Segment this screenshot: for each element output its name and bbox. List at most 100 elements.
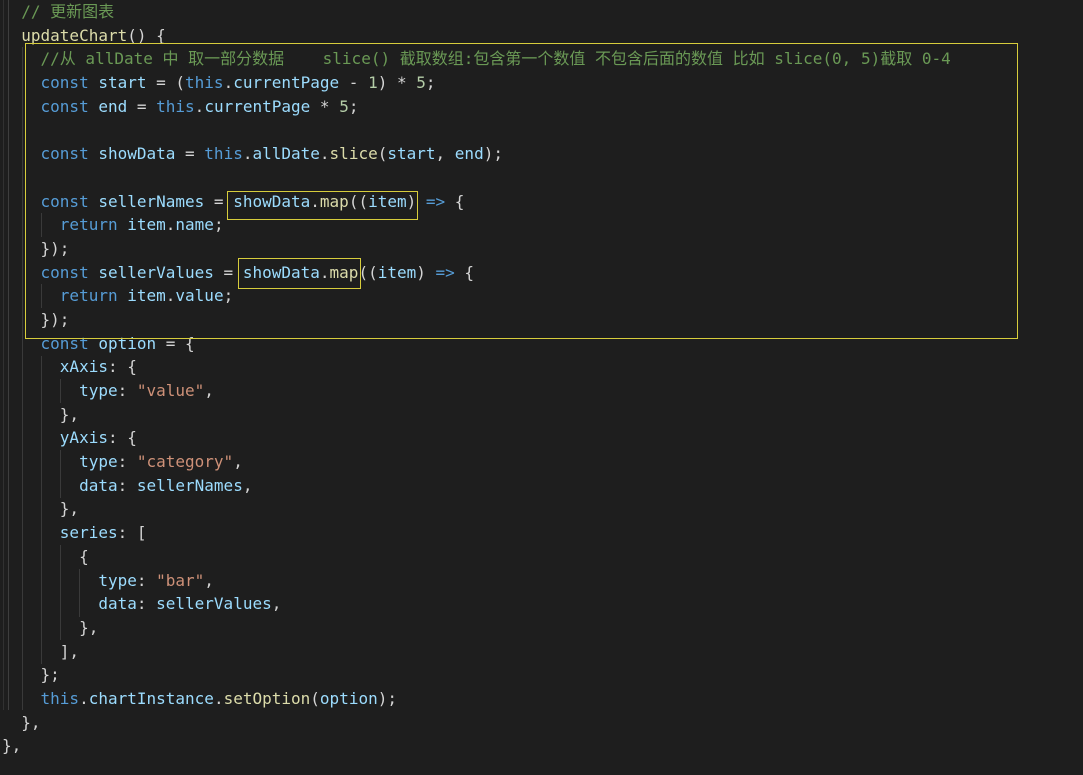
code-token: "category" — [136, 452, 234, 472]
code-token: : — [136, 570, 157, 590]
code-token: ) — [406, 191, 426, 211]
indent-guide — [60, 450, 61, 498]
code-line[interactable]: }); — [0, 308, 1083, 332]
code-token: currentPage — [233, 73, 340, 93]
indent-guide — [41, 284, 42, 308]
code-token: . — [165, 286, 176, 306]
code-token: = { — [156, 333, 195, 353]
code-line[interactable]: const start = (this.currentPage - 1) * 5… — [0, 71, 1083, 95]
code-token: 5 — [416, 73, 426, 93]
code-token: return — [59, 286, 128, 306]
code-token: item — [377, 262, 417, 282]
code-token: () { — [127, 25, 166, 45]
code-token: ], — [59, 641, 80, 661]
code-token: , — [233, 452, 243, 472]
code-token: = — [175, 144, 205, 164]
code-token: showData — [242, 262, 320, 282]
code-token: //从 allDate 中 取一部分数据 slice() 截取数组:包含第一个数… — [40, 49, 951, 69]
code-token: = — [204, 191, 234, 211]
code-token: ; — [425, 73, 436, 93]
code-line[interactable]: ], — [0, 640, 1083, 664]
code-token: = — [127, 96, 157, 116]
code-token: ( — [310, 688, 320, 708]
code-line[interactable]: const showData = this.allDate.slice(star… — [0, 142, 1083, 166]
code-line[interactable]: { — [0, 545, 1083, 569]
code-line[interactable]: }, — [0, 734, 1083, 758]
code-editor[interactable]: // 更新图表 updateChart() {//从 allDate 中 取一部分… — [0, 0, 1083, 775]
code-token: : — [117, 475, 137, 495]
code-line[interactable]: this.chartInstance.setOption(option); — [0, 687, 1083, 711]
code-token: }); — [40, 238, 70, 258]
code-area[interactable]: // 更新图表 updateChart() {//从 allDate 中 取一部分… — [0, 0, 1083, 758]
code-token: data — [79, 475, 118, 495]
code-token: return — [59, 215, 128, 235]
code-token: }, — [21, 712, 41, 732]
indent-guide — [22, 47, 23, 710]
code-token: sellerNames — [136, 475, 243, 495]
code-line[interactable]: //从 allDate 中 取一部分数据 slice() 截取数组:包含第一个数… — [0, 47, 1083, 71]
code-line[interactable]: data: sellerNames, — [0, 474, 1083, 498]
code-token: updateChart — [21, 25, 128, 45]
code-line[interactable]: }, — [0, 497, 1083, 521]
code-token: name — [175, 215, 214, 235]
code-token: , — [271, 594, 282, 614]
code-token: // 更新图表 — [21, 2, 115, 21]
code-line[interactable]: type: "value", — [0, 379, 1083, 403]
code-token: type — [79, 452, 118, 472]
code-token: start — [387, 144, 436, 164]
code-token: }, — [2, 736, 22, 756]
code-line[interactable]: return item.value; — [0, 284, 1083, 308]
code-line[interactable]: yAxis: { — [0, 426, 1083, 450]
code-token: xAxis — [59, 357, 108, 377]
code-token: 5 — [339, 96, 349, 116]
code-token: - — [339, 73, 369, 93]
code-line[interactable]: const end = this.currentPage * 5; — [0, 95, 1083, 119]
code-line[interactable]: const sellerNames = showData.map((item) … — [0, 190, 1083, 214]
code-line[interactable] — [0, 166, 1083, 190]
code-line[interactable]: const option = { — [0, 332, 1083, 356]
code-token: }); — [40, 309, 70, 329]
code-line[interactable]: xAxis: { — [0, 355, 1083, 379]
code-line[interactable]: const sellerValues = showData.map((item)… — [0, 261, 1083, 285]
code-token: => — [435, 262, 455, 282]
code-token: , — [435, 144, 455, 164]
code-line[interactable]: return item.name; — [0, 213, 1083, 237]
code-token: showData — [233, 191, 311, 211]
code-token: }, — [79, 617, 99, 637]
code-token: { — [79, 546, 89, 566]
code-line[interactable]: }, — [0, 711, 1083, 735]
code-token: const — [40, 144, 99, 164]
code-line[interactable]: updateChart() { — [0, 24, 1083, 48]
code-line[interactable]: // 更新图表 — [0, 0, 1083, 24]
code-line[interactable]: }; — [0, 663, 1083, 687]
code-token: . — [194, 96, 205, 116]
code-token: . — [213, 688, 224, 708]
code-line[interactable]: type: "category", — [0, 450, 1083, 474]
code-token: sellerValues — [156, 594, 272, 614]
code-token: data — [98, 594, 137, 614]
code-token: value — [175, 286, 224, 306]
code-line[interactable]: }, — [0, 616, 1083, 640]
code-token: series — [59, 523, 118, 543]
code-line[interactable]: }, — [0, 403, 1083, 427]
code-token: setOption — [223, 688, 311, 708]
code-token: , — [204, 570, 214, 590]
code-token: const — [40, 73, 99, 93]
code-token: const — [40, 262, 99, 282]
indent-guide — [60, 545, 61, 640]
code-token: item — [127, 215, 166, 235]
indent-guide — [41, 213, 42, 237]
code-token: ) * — [377, 73, 417, 93]
code-token: slice — [329, 144, 378, 164]
code-token: type — [98, 570, 137, 590]
code-token: : — [117, 381, 137, 400]
code-line[interactable]: }); — [0, 237, 1083, 261]
code-line[interactable]: type: "bar", — [0, 569, 1083, 593]
code-token: option — [319, 688, 378, 708]
code-token: this — [40, 688, 80, 708]
code-line[interactable]: data: sellerValues, — [0, 592, 1083, 616]
code-token: . — [165, 215, 176, 235]
code-line[interactable] — [0, 118, 1083, 142]
code-line[interactable]: series: [ — [0, 521, 1083, 545]
indent-guide — [3, 0, 4, 710]
